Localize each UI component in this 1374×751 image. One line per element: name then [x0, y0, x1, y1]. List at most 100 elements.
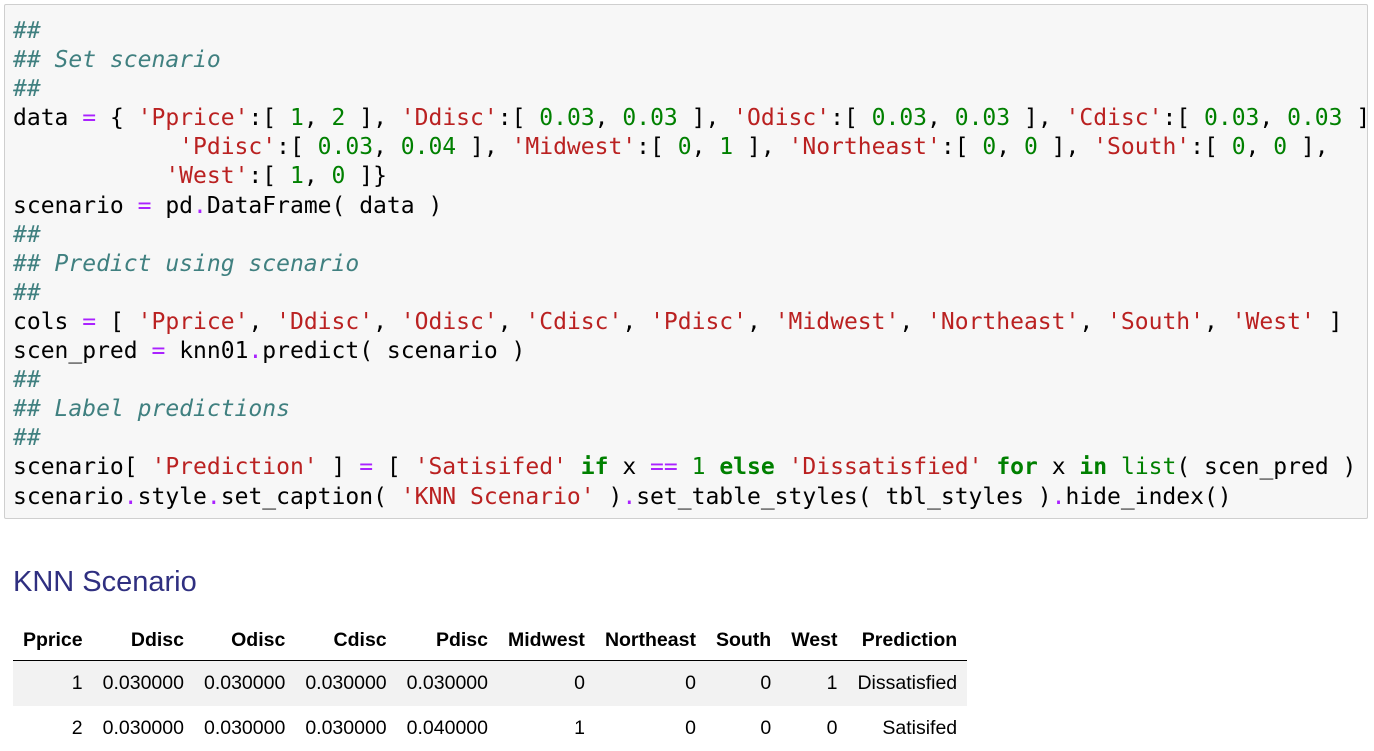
- code-token: 0.03: [955, 105, 1010, 131]
- code-token: 'Dissatisfied': [789, 454, 983, 480]
- code-token: ]}: [345, 163, 387, 189]
- code-token: x: [1038, 454, 1080, 480]
- code-token: 'Ddisc': [401, 105, 498, 131]
- code-token: ],: [456, 134, 511, 160]
- column-header: Odisc: [194, 620, 295, 661]
- table-cell: 2: [13, 706, 93, 751]
- code-token: 0: [332, 163, 346, 189]
- code-token: ,: [692, 134, 720, 160]
- code-token: ##: [13, 367, 41, 393]
- table-cell: 1: [498, 706, 595, 751]
- code-token: ,: [304, 105, 332, 131]
- code-token: ,: [996, 134, 1024, 160]
- code-token: 0.03: [539, 105, 594, 131]
- code-token: ]: [1315, 309, 1343, 335]
- code-token: scen_pred: [13, 338, 151, 364]
- code-token: ,: [248, 309, 276, 335]
- code-line: ##: [13, 221, 1374, 250]
- code-token: [: [96, 309, 138, 335]
- code-token: [567, 454, 581, 480]
- code-line: scenario = pd.DataFrame( data ): [13, 192, 1374, 221]
- code-token: ,: [373, 309, 401, 335]
- code-editor[interactable]: ## ## Set scenario ## data = { 'Pprice' :[ 1…: [13, 17, 1374, 512]
- code-cell[interactable]: ## ## Set scenario ## data = { 'Pprice' :[ 1…: [4, 4, 1368, 519]
- code-token: ,: [1259, 105, 1287, 131]
- code-token: else: [719, 454, 774, 480]
- code-token: ##: [13, 425, 41, 451]
- code-token: ,: [373, 134, 401, 160]
- code-token: ==: [650, 454, 678, 480]
- code-token: 'Satisifed': [415, 454, 567, 480]
- code-token: .: [622, 484, 636, 510]
- table-row: 10.0300000.0300000.0300000.0300000001Dis…: [13, 661, 967, 707]
- table-cell: 0: [706, 706, 781, 751]
- table-cell: 0.030000: [295, 706, 396, 751]
- code-token: ##: [13, 18, 41, 44]
- code-token: ,: [622, 309, 650, 335]
- code-token: ##: [13, 222, 41, 248]
- code-token: ## Set scenario: [13, 47, 221, 73]
- code-token: if: [581, 454, 609, 480]
- code-token: :[: [941, 134, 983, 160]
- code-token: 0: [678, 134, 692, 160]
- column-header: Cdisc: [295, 620, 396, 661]
- column-header: Prediction: [847, 620, 967, 661]
- code-line: data = { 'Pprice':[ 1, 2 ], 'Ddisc':[ 0.…: [13, 104, 1374, 133]
- code-line: scenario[ 'Prediction' ] = [ 'Satisifed'…: [13, 453, 1374, 482]
- code-token: data: [13, 105, 82, 131]
- code-token: 'Cdisc': [525, 309, 622, 335]
- table-cell: 0: [595, 706, 706, 751]
- column-header: Ddisc: [93, 620, 194, 661]
- code-token: ,: [595, 105, 623, 131]
- table-cell: 0.030000: [194, 661, 295, 707]
- table-cell: Dissatisfied: [847, 661, 967, 707]
- code-token: 1: [290, 105, 304, 131]
- code-token: :[: [276, 134, 318, 160]
- code-token: ,: [1246, 134, 1274, 160]
- code-token: 'Northeast': [789, 134, 941, 160]
- code-token: ],: [1038, 134, 1093, 160]
- code-token: [982, 454, 996, 480]
- code-token: {: [96, 105, 138, 131]
- code-token: 1: [692, 454, 706, 480]
- code-line: ## Predict using scenario: [13, 250, 1374, 279]
- code-line: 'Pdisc':[ 0.03, 0.04 ], 'Midwest':[ 0, 1…: [13, 133, 1374, 162]
- code-token: 'Midwest': [775, 309, 900, 335]
- code-token: 0.03: [622, 105, 677, 131]
- code-token: ##: [13, 280, 41, 306]
- code-line: ##: [13, 279, 1374, 308]
- code-token: scenario[: [13, 454, 151, 480]
- code-token: [: [373, 454, 415, 480]
- code-token: 2: [332, 105, 346, 131]
- code-token: for: [996, 454, 1038, 480]
- code-token: 'Ddisc': [276, 309, 373, 335]
- code-token: 0: [1232, 134, 1246, 160]
- code-token: :[: [1162, 105, 1204, 131]
- code-token: knn01: [165, 338, 248, 364]
- code-token: :[: [830, 105, 872, 131]
- code-line: scen_pred = knn01.predict( scenario ): [13, 337, 1374, 366]
- table-cell: 0.030000: [93, 706, 194, 751]
- code-token: 0.03: [1287, 105, 1342, 131]
- code-line: ##: [13, 366, 1374, 395]
- code-line: 'West':[ 1, 0 ]}: [13, 162, 1374, 191]
- code-token: :[: [1190, 134, 1232, 160]
- code-token: [1107, 454, 1121, 480]
- code-token: 'Midwest': [512, 134, 637, 160]
- code-token: ,: [747, 309, 775, 335]
- code-token: ,: [927, 105, 955, 131]
- table-cell: 0.030000: [397, 661, 498, 707]
- code-token: 0.03: [1204, 105, 1259, 131]
- code-token: scenario: [13, 484, 124, 510]
- code-line: ##: [13, 424, 1374, 453]
- code-token: 'Pprice': [138, 309, 249, 335]
- table-header-row: PpriceDdiscOdiscCdiscPdiscMidwestNorthea…: [13, 620, 967, 661]
- code-token: =: [82, 309, 96, 335]
- code-token: list: [1121, 454, 1176, 480]
- code-token: scenario: [13, 193, 138, 219]
- code-token: ,: [498, 309, 526, 335]
- code-token: ],: [678, 105, 733, 131]
- code-token: ],: [733, 134, 788, 160]
- code-token: ): [595, 484, 623, 510]
- code-token: ( scen_pred ) ]: [1176, 454, 1374, 480]
